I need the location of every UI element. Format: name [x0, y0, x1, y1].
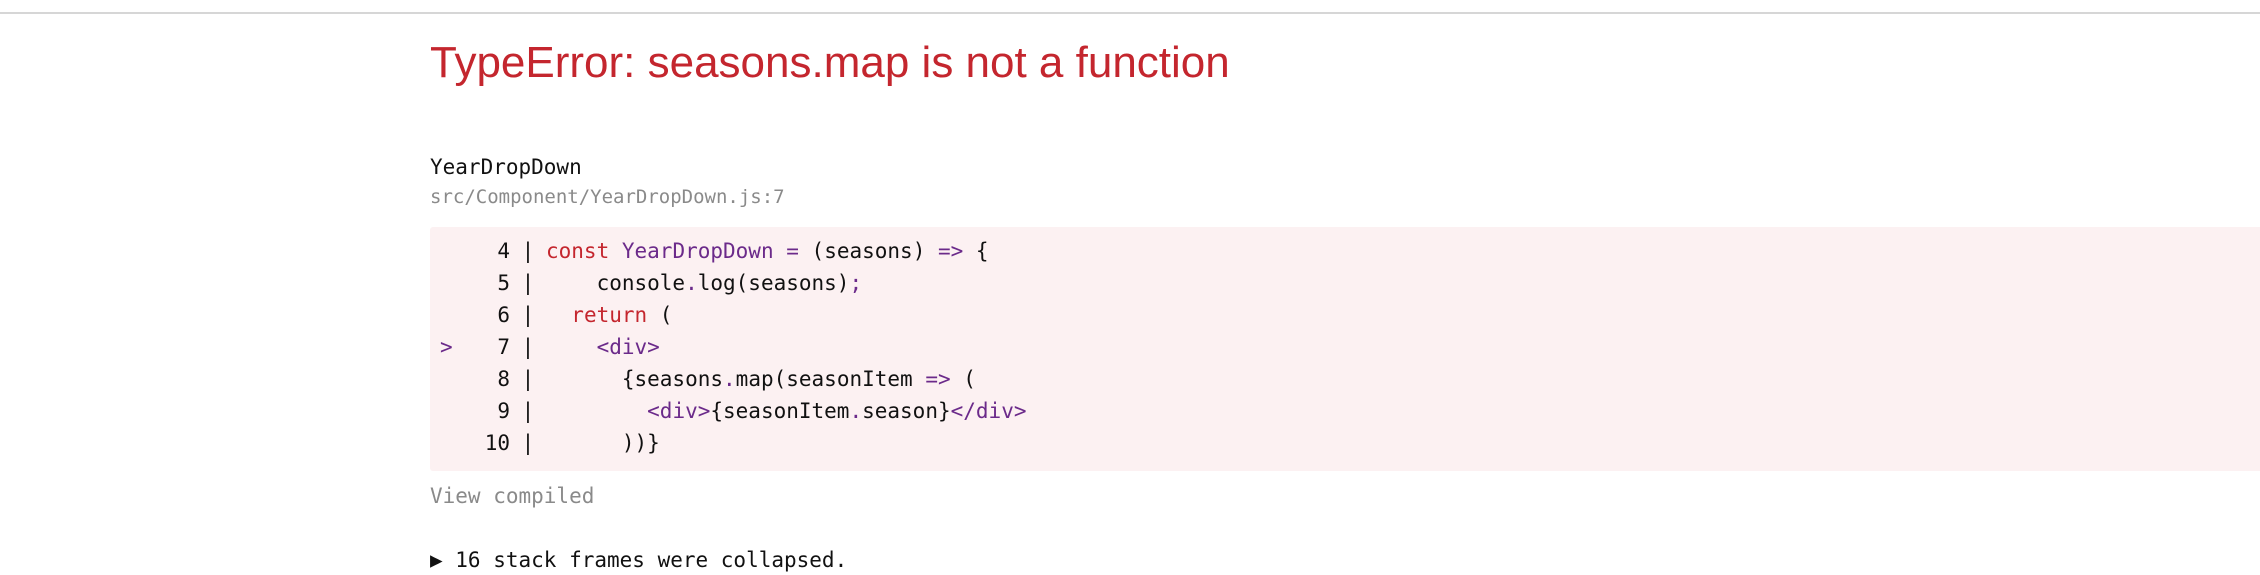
code-token: .: [849, 399, 863, 423]
code-token: const: [546, 239, 610, 263]
line-number: 4: [497, 239, 510, 263]
line-separator: |: [521, 431, 535, 455]
line-number: 5: [497, 271, 510, 295]
code-token: map(seasonItem: [735, 367, 926, 391]
code-token: (: [647, 303, 673, 327]
view-compiled-link[interactable]: View compiled: [430, 481, 2260, 511]
line-separator: |: [521, 399, 535, 423]
code-token: (seasons): [798, 239, 938, 263]
code-line: 9 | <div>{seasonItem.season}</div>: [430, 395, 2260, 427]
error-overlay: TypeError: seasons.map is not a function…: [430, 38, 2260, 575]
component-name: YearDropDown: [430, 155, 582, 179]
code-token: log(seasons): [697, 271, 850, 295]
code-token: (: [950, 367, 976, 391]
code-token: <div>: [647, 399, 711, 423]
line-number: 9: [497, 399, 510, 423]
code-token: return: [571, 303, 648, 327]
code-token: {seasons: [546, 367, 724, 391]
code-line: 10 | ))}: [430, 427, 2260, 459]
code-token: YearDropDown: [621, 239, 774, 263]
code-token: .: [723, 367, 736, 391]
code-line: 4 | const YearDropDown = (seasons) => {: [430, 235, 2260, 267]
line-separator: |: [521, 335, 535, 359]
code-line: 8 | {seasons.map(seasonItem => (: [430, 363, 2260, 395]
code-token: <div>: [596, 335, 660, 359]
file-location: src/Component/YearDropDown.js:7: [430, 186, 785, 208]
top-divider: [0, 0, 2260, 14]
line-number: 6: [497, 303, 510, 327]
highlight-marker: >: [440, 335, 453, 359]
code-token: =: [786, 239, 799, 263]
code-line: 6 | return (: [430, 299, 2260, 331]
code-token: =>: [925, 367, 951, 391]
code-token: .: [685, 271, 698, 295]
code-token: ;: [849, 271, 863, 295]
code-token: {seasonItem: [710, 399, 850, 423]
line-separator: |: [521, 239, 535, 263]
code-token: console: [546, 271, 686, 295]
line-separator: |: [521, 367, 535, 391]
code-token: ))}: [546, 431, 660, 455]
code-line: 5 | console.log(seasons);: [430, 267, 2260, 299]
code-token: =>: [937, 239, 964, 263]
line-separator: |: [521, 303, 535, 327]
line-number: 10: [484, 431, 510, 455]
error-title: TypeError: seasons.map is not a function: [430, 38, 1230, 87]
line-separator: |: [521, 271, 535, 295]
line-number: 8: [497, 367, 510, 391]
code-frame: 4 | const YearDropDown = (seasons) => {5 | …: [430, 227, 2260, 471]
code-line: >7 | <div>: [430, 331, 2260, 363]
code-token: {: [963, 239, 989, 263]
collapsed-stack-frames-toggle[interactable]: ▶ 16 stack frames were collapsed.: [430, 545, 2260, 575]
code-token: season}: [862, 399, 951, 423]
line-number: 7: [497, 335, 510, 359]
code-token: </div>: [950, 399, 1027, 423]
